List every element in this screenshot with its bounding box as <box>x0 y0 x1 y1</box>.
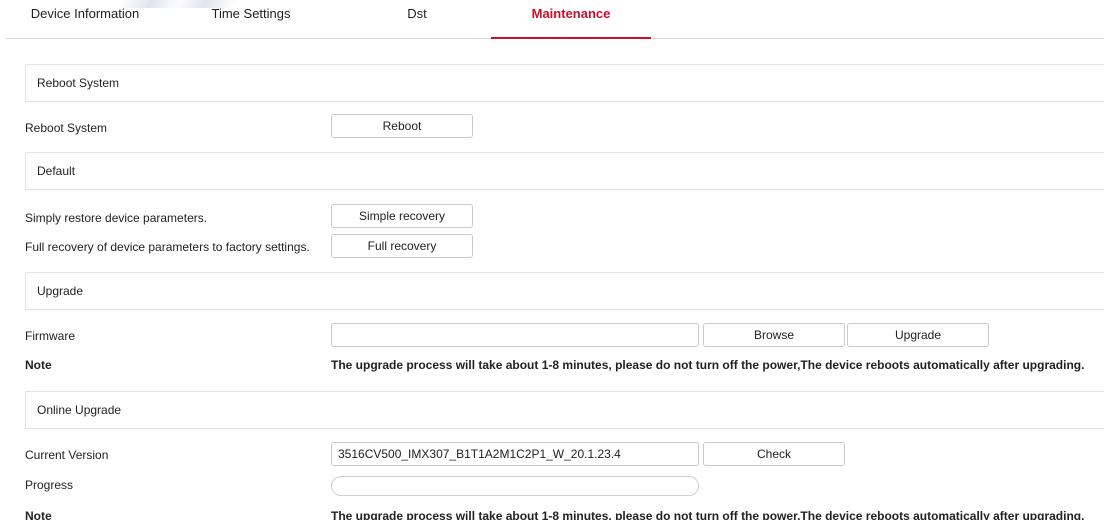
firmware-label: Firmware <box>25 329 75 343</box>
tab-time-settings[interactable]: Time Settings <box>192 0 310 38</box>
upgrade-progress-bar <box>331 476 699 496</box>
upgrade-button[interactable]: Upgrade <box>847 323 989 347</box>
section-upgrade: Upgrade <box>25 272 1104 310</box>
online-upgrade-note-label: Note <box>25 509 52 520</box>
progress-label: Progress <box>25 478 74 492</box>
online-upgrade-note-text: The upgrade process will take about 1-8 … <box>331 509 1085 520</box>
full-recovery-button[interactable]: Full recovery <box>331 234 473 258</box>
simple-recovery-label: Simply restore device parameters. <box>25 211 208 225</box>
full-recovery-label: Full recovery of device parameters to fa… <box>25 240 310 254</box>
section-default: Default <box>25 152 1104 190</box>
tab-bar: Device Information Time Settings Dst Mai… <box>6 0 1104 39</box>
section-online-upgrade: Online Upgrade <box>25 391 1104 429</box>
current-version-field[interactable] <box>331 442 699 466</box>
tab-device-information[interactable]: Device Information <box>26 0 144 38</box>
reboot-button[interactable]: Reboot <box>331 114 473 138</box>
tab-dst[interactable]: Dst <box>358 0 476 38</box>
upgrade-note-text: The upgrade process will take about 1-8 … <box>331 358 1085 372</box>
tab-maintenance[interactable]: Maintenance <box>491 0 651 39</box>
check-button[interactable]: Check <box>703 442 845 466</box>
upgrade-note-label: Note <box>25 358 52 372</box>
section-reboot-system: Reboot System <box>25 64 1104 102</box>
current-version-label: Current Version <box>25 448 109 462</box>
simple-recovery-button[interactable]: Simple recovery <box>331 204 473 228</box>
firmware-path-input[interactable] <box>331 323 699 347</box>
browse-button[interactable]: Browse <box>703 323 845 347</box>
reboot-system-label: Reboot System <box>25 121 108 135</box>
